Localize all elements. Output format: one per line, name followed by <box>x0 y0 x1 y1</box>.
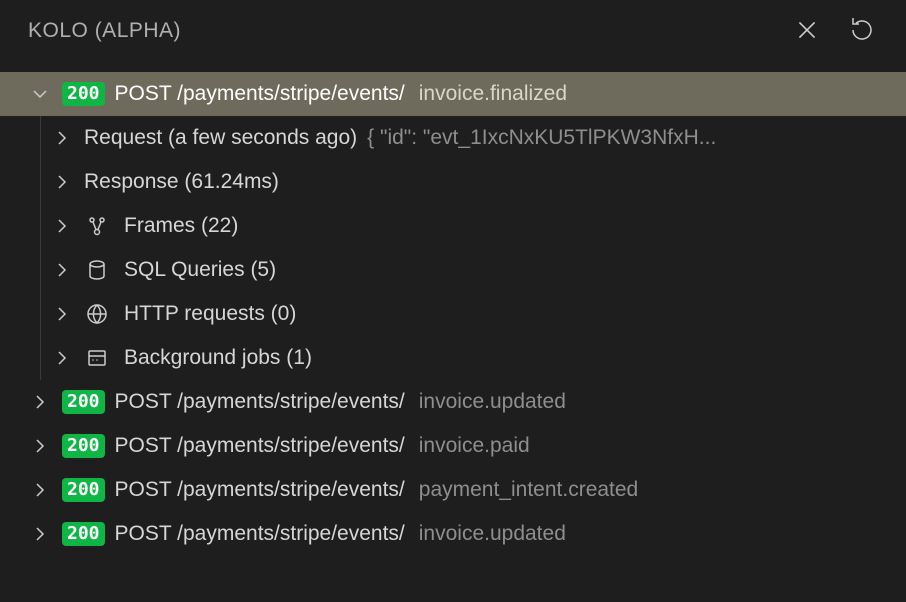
request-line: POST /payments/stripe/events/ <box>115 82 405 106</box>
close-button[interactable] <box>790 13 824 50</box>
request-entry[interactable]: 200 POST /payments/stripe/events/ invoic… <box>0 380 906 424</box>
chevron-right-icon[interactable] <box>50 346 74 370</box>
refresh-button[interactable] <box>846 14 878 49</box>
request-line: POST /payments/stripe/events/ <box>115 522 405 546</box>
database-icon <box>84 257 110 283</box>
tree-child-response[interactable]: Response (61.24ms) <box>0 160 906 204</box>
event-name: invoice.finalized <box>419 82 567 106</box>
panel-header: KOLO (ALPHA) <box>0 0 906 68</box>
event-name: payment_intent.created <box>419 478 638 502</box>
chevron-right-icon[interactable] <box>50 214 74 238</box>
tree-guide <box>40 116 41 160</box>
header-actions <box>790 13 878 50</box>
tree-child-sql[interactable]: SQL Queries (5) <box>0 248 906 292</box>
chevron-right-icon[interactable] <box>28 478 52 502</box>
event-name: invoice.updated <box>419 522 566 546</box>
request-entry[interactable]: 200 POST /payments/stripe/events/ invoic… <box>0 424 906 468</box>
chevron-right-icon[interactable] <box>28 390 52 414</box>
panel-title: KOLO (ALPHA) <box>28 19 181 43</box>
tree-child-frames[interactable]: Frames (22) <box>0 204 906 248</box>
chevron-right-icon[interactable] <box>50 170 74 194</box>
tree-guide <box>40 336 41 380</box>
request-entry[interactable]: 200 POST /payments/stripe/events/ invoic… <box>0 512 906 556</box>
child-label: Response (61.24ms) <box>84 170 279 194</box>
tree-child-jobs[interactable]: Background jobs (1) <box>0 336 906 380</box>
child-label: SQL Queries (5) <box>124 258 276 282</box>
tree-guide <box>40 248 41 292</box>
tree-guide <box>40 204 41 248</box>
child-label: HTTP requests (0) <box>124 302 296 326</box>
child-label: Frames (22) <box>124 214 238 238</box>
request-line: POST /payments/stripe/events/ <box>115 478 405 502</box>
request-line: POST /payments/stripe/events/ <box>115 390 405 414</box>
tree-root: 200 POST /payments/stripe/events/ invoic… <box>0 68 906 556</box>
request-entry[interactable]: 200 POST /payments/stripe/events/ invoic… <box>0 72 906 116</box>
status-badge: 200 <box>62 478 105 502</box>
tree-guide <box>40 160 41 204</box>
jobs-icon <box>84 345 110 371</box>
request-entry[interactable]: 200 POST /payments/stripe/events/ paymen… <box>0 468 906 512</box>
child-label: Request (a few seconds ago) <box>84 126 357 150</box>
child-label: Background jobs (1) <box>124 346 312 370</box>
chevron-right-icon[interactable] <box>28 522 52 546</box>
chevron-down-icon[interactable] <box>28 82 52 106</box>
request-line: POST /payments/stripe/events/ <box>115 434 405 458</box>
event-name: invoice.paid <box>419 434 530 458</box>
status-badge: 200 <box>62 82 105 106</box>
status-badge: 200 <box>62 434 105 458</box>
chevron-right-icon[interactable] <box>50 126 74 150</box>
close-icon <box>794 17 820 46</box>
refresh-icon <box>850 18 874 45</box>
status-badge: 200 <box>62 522 105 546</box>
request-body-preview: { "id": "evt_1IxcNxKU5TlPKW3NfxH... <box>367 126 906 150</box>
status-badge: 200 <box>62 390 105 414</box>
globe-icon <box>84 301 110 327</box>
chevron-right-icon[interactable] <box>50 258 74 282</box>
chevron-right-icon[interactable] <box>50 302 74 326</box>
chevron-right-icon[interactable] <box>28 434 52 458</box>
tree-guide <box>40 292 41 336</box>
tree-child-request[interactable]: Request (a few seconds ago) { "id": "evt… <box>0 116 906 160</box>
event-name: invoice.updated <box>419 390 566 414</box>
frames-icon <box>84 213 110 239</box>
tree-child-http[interactable]: HTTP requests (0) <box>0 292 906 336</box>
